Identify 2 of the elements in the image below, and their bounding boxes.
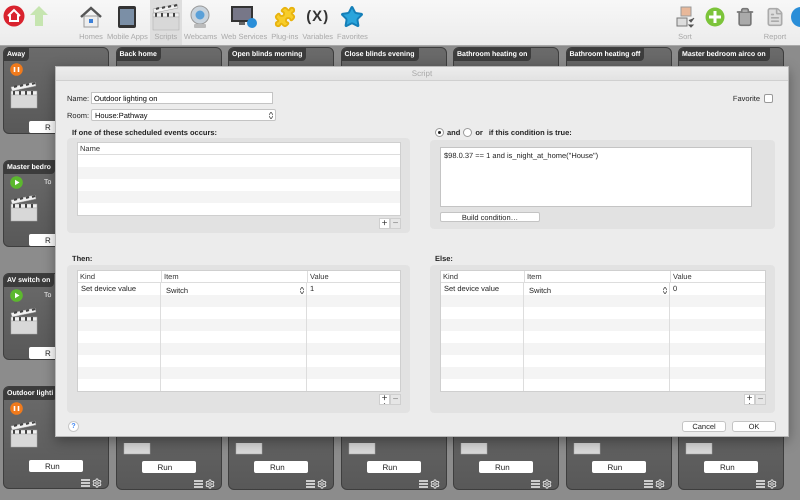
variables-glyph: (X)	[306, 8, 330, 25]
dialog-title: Script	[412, 69, 432, 78]
